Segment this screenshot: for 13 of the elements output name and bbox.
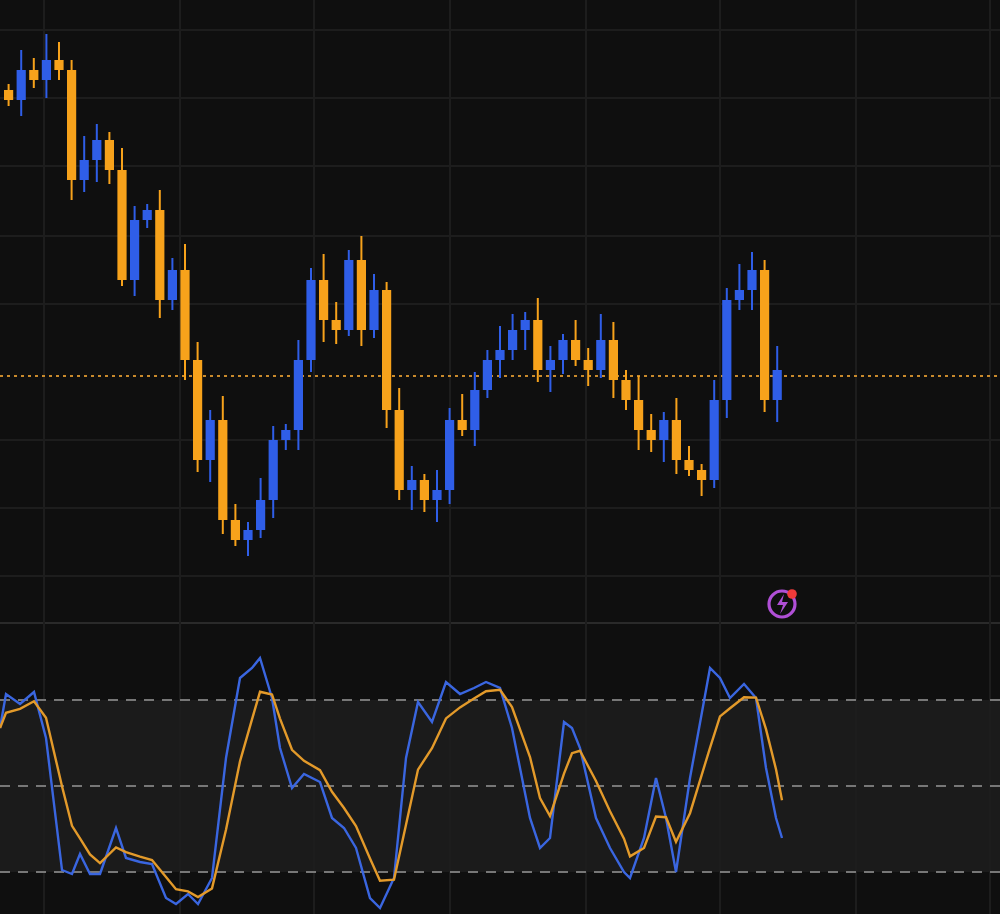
candle [117, 147, 127, 287]
candle [243, 521, 253, 557]
candle [369, 273, 379, 339]
candle [684, 445, 694, 477]
candle [558, 333, 568, 375]
candle [306, 267, 316, 373]
candle [747, 251, 757, 311]
candle [432, 469, 442, 523]
candle [54, 41, 64, 81]
candle [180, 243, 190, 381]
candle [621, 369, 631, 411]
lightning-icon[interactable] [767, 589, 797, 619]
candle [495, 325, 505, 379]
